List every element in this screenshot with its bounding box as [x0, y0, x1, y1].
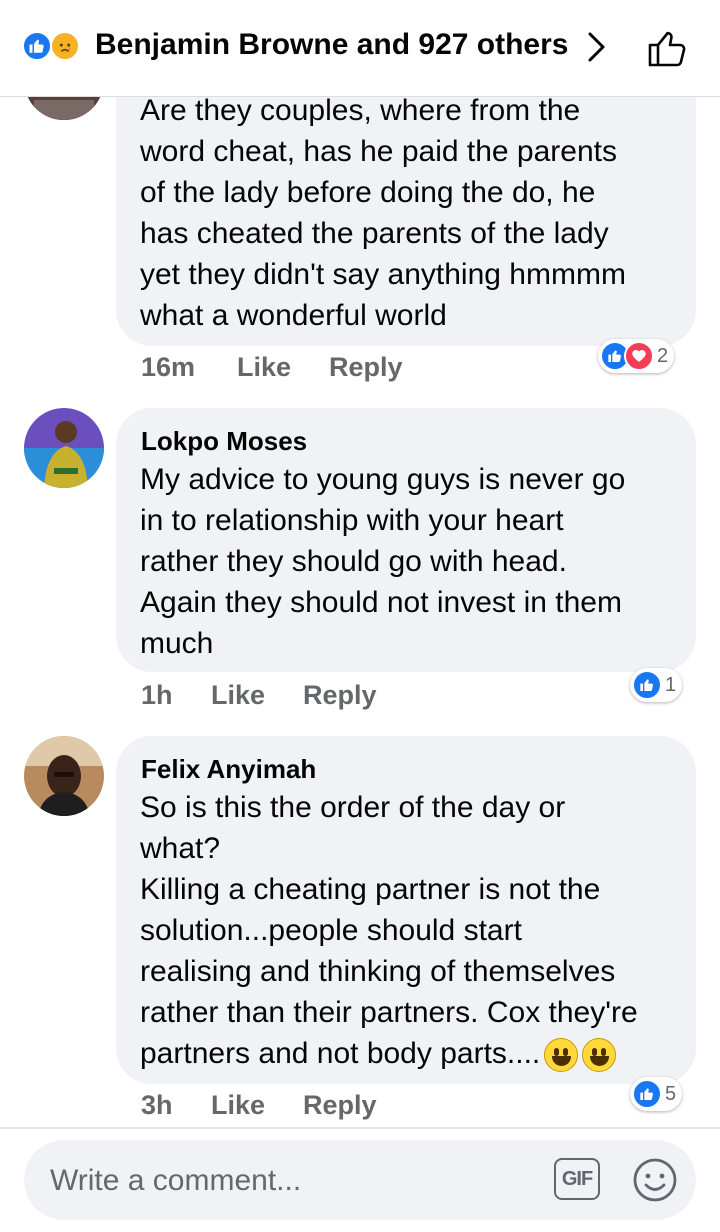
- like-reaction-icon: [22, 31, 52, 61]
- comment-time: 1h: [141, 680, 173, 710]
- comment-author[interactable]: Lokpo Moses: [141, 426, 307, 457]
- avatar[interactable]: [24, 736, 104, 816]
- reaction-count: 5: [665, 1082, 677, 1105]
- like-button[interactable]: Like: [211, 1090, 265, 1121]
- reaction-count: 1: [665, 673, 677, 696]
- thumbs-up-icon[interactable]: [646, 26, 690, 70]
- gif-button[interactable]: GIF: [554, 1158, 600, 1200]
- like-button[interactable]: Like: [237, 352, 291, 383]
- like-reaction-icon: [632, 1079, 662, 1109]
- smiley-emoji-icon: [544, 1038, 579, 1073]
- emoji-picker-icon[interactable]: [632, 1157, 678, 1203]
- love-reaction-icon: [624, 341, 654, 371]
- comment-composer[interactable]: GIF: [24, 1140, 696, 1222]
- reaction-summary[interactable]: 1: [630, 668, 683, 702]
- comment-time: 3h: [141, 1090, 173, 1120]
- reaction-icons: [22, 31, 90, 63]
- reaction-summary[interactable]: 5: [630, 1077, 683, 1111]
- composer-divider: [0, 1127, 720, 1129]
- comment-input[interactable]: [48, 1140, 532, 1222]
- reply-button[interactable]: Reply: [303, 680, 377, 711]
- comment-time: 16m: [141, 352, 196, 382]
- reply-button[interactable]: Reply: [329, 352, 403, 383]
- like-button[interactable]: Like: [211, 680, 265, 711]
- smiley-emoji-icon: [582, 1038, 617, 1073]
- sad-reaction-icon: [50, 31, 80, 61]
- reaction-count: 2: [657, 344, 669, 367]
- like-reaction-icon: [632, 670, 662, 700]
- comment-bubble: [116, 736, 696, 1084]
- reactions-summary[interactable]: Benjamin Browne and 927 others: [95, 28, 568, 62]
- reaction-summary[interactable]: 2: [598, 339, 675, 373]
- comment-author[interactable]: Felix Anyimah: [141, 754, 316, 785]
- avatar[interactable]: [24, 408, 104, 488]
- chevron-right-icon[interactable]: [585, 30, 609, 64]
- reactions-header[interactable]: Benjamin Browne and 927 others: [0, 0, 720, 97]
- reply-button[interactable]: Reply: [303, 1090, 377, 1121]
